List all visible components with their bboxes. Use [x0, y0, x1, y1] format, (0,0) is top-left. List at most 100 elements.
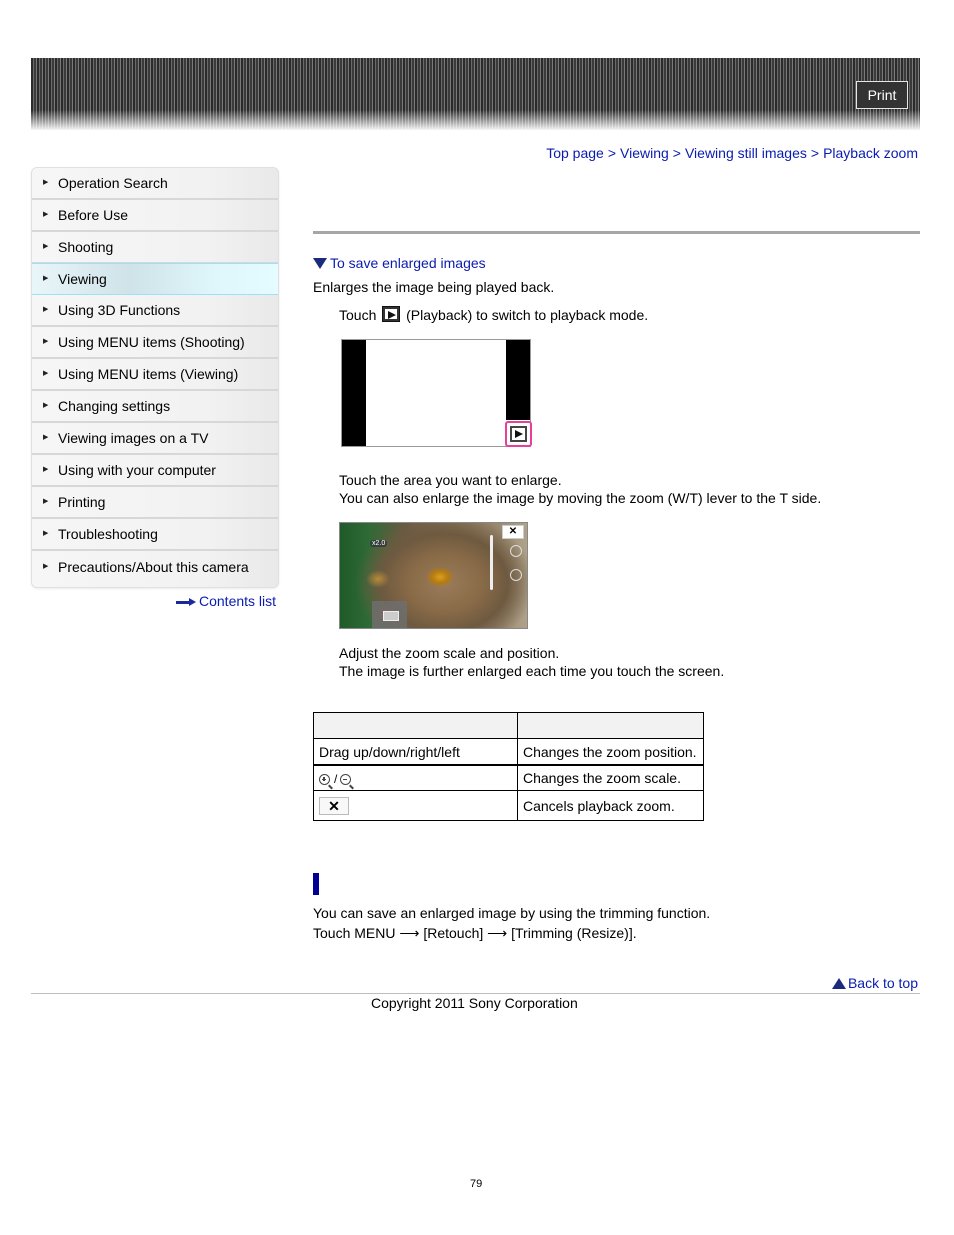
sidebar-item-using-with-computer[interactable]: ▶ Using with your computer: [32, 455, 278, 487]
zoom-out-icon: [340, 774, 352, 785]
sidebar-item-label: Viewing: [58, 271, 107, 287]
save-enlarged-images-link[interactable]: To save enlarged images: [313, 255, 486, 271]
arrow-right-icon: ⟶: [399, 925, 420, 941]
triangle-right-icon: ▶: [43, 498, 49, 505]
sidebar-item-precautions[interactable]: ▶ Precautions/About this camera: [32, 551, 278, 587]
zoom-slider: [490, 535, 493, 590]
triangle-right-icon: ▶: [43, 243, 49, 250]
playback-icon: [382, 306, 401, 322]
zoomed-cat-photo: x2.0 ✕: [339, 522, 528, 629]
sidebar-item-label: Changing settings: [58, 398, 171, 414]
sidebar-item-menu-shooting[interactable]: ▶ Using MENU items (Shooting): [32, 327, 278, 359]
sidebar-item-before-use[interactable]: ▶ Before Use: [32, 200, 278, 232]
arrow-right-icon: [176, 598, 196, 607]
sidebar-item-label: Using with your computer: [58, 462, 216, 478]
contents-list-link[interactable]: Contents list: [176, 593, 276, 609]
anchor-link-label: To save enlarged images: [330, 255, 486, 271]
breadcrumb-playback-zoom[interactable]: Playback zoom: [823, 145, 918, 161]
breadcrumb-viewing-still-images[interactable]: Viewing still images: [685, 145, 807, 161]
sidebar-item-label: Troubleshooting: [58, 526, 158, 542]
triangle-right-icon: ▶: [43, 530, 49, 537]
back-to-top-label: Back to top: [847, 975, 918, 991]
table-cell-description: Cancels playback zoom.: [517, 790, 704, 821]
step-2-line-1: Touch the area you want to enlarge.: [339, 472, 562, 488]
zoom-scale-label: x2.0: [370, 540, 388, 547]
title-divider: [313, 231, 920, 234]
triangle-right-icon: ▶: [43, 402, 49, 409]
triangle-right-icon: ▶: [43, 370, 49, 377]
footer-divider: [31, 993, 920, 994]
retouch-step: [Retouch]: [423, 925, 484, 941]
triangle-right-icon: ▶: [43, 306, 49, 313]
page-number: 79: [470, 1178, 483, 1190]
print-button[interactable]: Print: [856, 81, 908, 109]
table-header-row: [313, 712, 704, 739]
table-row: Drag up/down/right/left Changes the zoom…: [313, 738, 704, 766]
arrow-right-icon: ⟶: [487, 925, 508, 941]
sidebar-item-label: Using MENU items (Shooting): [58, 334, 245, 350]
contents-list-label: Contents list: [199, 593, 277, 609]
step-1-suffix: (Playback) to switch to playback mode.: [406, 307, 649, 323]
triangle-right-icon: ▶: [43, 563, 49, 570]
close-icon: ✕: [502, 525, 524, 539]
triangle-right-icon: ▶: [43, 466, 49, 473]
icon-separator: /: [334, 772, 338, 786]
zoom-in-icon: [319, 774, 330, 785]
triangle-right-icon: ▶: [43, 211, 49, 218]
table-cell-description: Changes the zoom scale.: [517, 764, 704, 791]
table-header-cell: [517, 712, 704, 739]
breadcrumb-separator: >: [672, 145, 681, 161]
zoom-in-icon: [510, 545, 522, 557]
sidebar-item-label: Viewing images on a TV: [58, 430, 209, 446]
breadcrumb-viewing[interactable]: Viewing: [620, 145, 669, 161]
table-row: / Changes the zoom scale.: [313, 764, 704, 791]
triangle-right-icon: ▶: [43, 275, 49, 282]
screen-black-bar-left: [342, 340, 366, 446]
table-cell-control: /: [313, 764, 518, 791]
sidebar-item-using-3d-functions[interactable]: ▶ Using 3D Functions: [32, 295, 278, 327]
sidebar-item-label: Before Use: [58, 207, 129, 223]
triangle-right-icon: ▶: [43, 434, 49, 441]
table-cell-control: ✕: [313, 790, 518, 821]
breadcrumb-separator: >: [607, 145, 616, 161]
sidebar-item-label: Using MENU items (Viewing): [58, 366, 239, 382]
sidebar-item-changing-settings[interactable]: ▶ Changing settings: [32, 391, 278, 423]
triangle-right-icon: ▶: [43, 338, 49, 345]
operations-table: Drag up/down/right/left Changes the zoom…: [313, 712, 704, 821]
sidebar-item-operation-search[interactable]: ▶ Operation Search: [32, 168, 278, 200]
breadcrumb-separator: >: [810, 145, 820, 161]
sidebar-item-label: Using 3D Functions: [58, 302, 181, 318]
navigation-thumbnail: [372, 601, 407, 628]
copyright-text: Copyright 2011 Sony Corporation: [371, 995, 578, 1011]
table-row: ✕ Cancels playback zoom.: [313, 790, 704, 821]
playback-button-highlight: [505, 421, 532, 447]
sidebar-item-label: Precautions/About this camera: [58, 559, 249, 575]
step-3-line-2: The image is further enlarged each time …: [339, 663, 725, 679]
save-section-line-2: Touch MENU ⟶ [Retouch] ⟶ [Trimming (Resi…: [313, 925, 637, 942]
sidebar-item-label: Operation Search: [58, 175, 168, 191]
sidebar-item-viewing[interactable]: ▶ Viewing: [32, 263, 278, 295]
sidebar-item-troubleshooting[interactable]: ▶ Troubleshooting: [32, 519, 278, 551]
zoom-out-icon: [510, 569, 522, 581]
sidebar-nav: ▶ Operation Search ▶ Before Use ▶ Shooting …: [31, 167, 279, 588]
triangle-right-icon: ▶: [43, 179, 49, 186]
trimming-step: [Trimming (Resize)].: [511, 925, 637, 941]
header-banner: [31, 58, 920, 130]
back-to-top-link[interactable]: Back to top: [831, 975, 918, 991]
sidebar-item-menu-viewing[interactable]: ▶ Using MENU items (Viewing): [32, 359, 278, 391]
step-2-line-2: You can also enlarge the image by moving…: [339, 490, 822, 506]
sidebar-item-shooting[interactable]: ▶ Shooting: [32, 232, 278, 264]
table-cell-description: Changes the zoom position.: [517, 738, 704, 766]
sidebar-item-printing[interactable]: ▶ Printing: [32, 487, 278, 519]
close-icon: ✕: [319, 797, 349, 815]
step-1-prefix: Touch: [339, 307, 377, 323]
playback-screen-illustration: [341, 339, 532, 447]
intro-text: Enlarges the image being played back.: [313, 279, 555, 295]
triangle-up-icon: [831, 978, 846, 989]
step-1-text: Touch (Playback) to switch to playback m…: [339, 306, 648, 323]
sidebar-item-viewing-on-tv[interactable]: ▶ Viewing images on a TV: [32, 423, 278, 455]
menu-step: Touch MENU: [313, 925, 396, 941]
save-section-line-1: You can save an enlarged image by using …: [313, 905, 711, 921]
step-3-line-1: Adjust the zoom scale and position.: [339, 645, 560, 661]
breadcrumb-top-page[interactable]: Top page: [546, 145, 604, 161]
